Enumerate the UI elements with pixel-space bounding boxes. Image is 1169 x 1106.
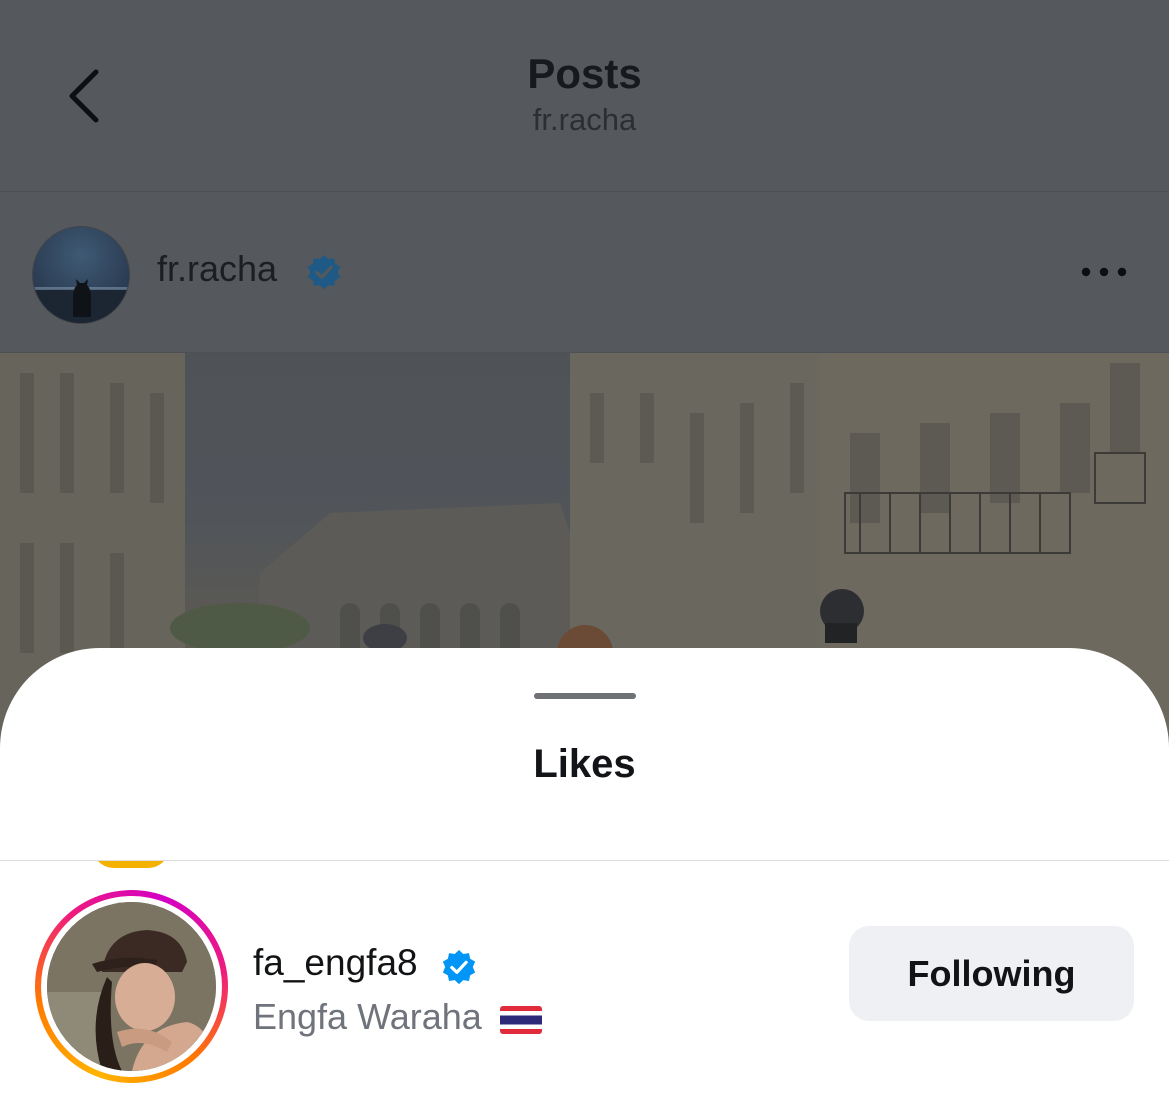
following-button[interactable]: Following <box>849 926 1134 1021</box>
divider <box>0 860 1169 861</box>
page-title: Posts <box>527 50 642 97</box>
avatar[interactable] <box>32 226 130 324</box>
sheet-title: Likes <box>533 742 636 786</box>
post-author-bar: fr.racha <box>0 192 1169 353</box>
more-horizontal-icon <box>1081 267 1127 277</box>
person-photo-icon <box>47 902 216 1071</box>
post-username[interactable]: fr.racha <box>157 248 277 290</box>
verified-badge-icon <box>442 949 476 985</box>
cat-silhouette-icon <box>33 279 129 323</box>
partially-hidden-avatar <box>92 860 170 868</box>
like-full-name: Engfa Waraha <box>253 996 482 1037</box>
avatar[interactable] <box>47 902 216 1071</box>
sheet-grabber[interactable] <box>534 693 636 699</box>
verified-badge-icon <box>307 254 341 290</box>
likes-sheet: Likes fa_engfa8 Engfa Waraha Following <box>0 648 1169 1106</box>
list-item[interactable]: fa_engfa8 Engfa Waraha Following <box>0 886 1169 1086</box>
story-ring[interactable] <box>35 890 228 1083</box>
thailand-flag-icon <box>500 1006 542 1034</box>
like-username[interactable]: fa_engfa8 <box>253 942 418 984</box>
more-options-button[interactable] <box>1076 252 1134 292</box>
top-navigation-bar: Posts fr.racha <box>0 0 1169 192</box>
page-subtitle: fr.racha <box>532 102 637 137</box>
